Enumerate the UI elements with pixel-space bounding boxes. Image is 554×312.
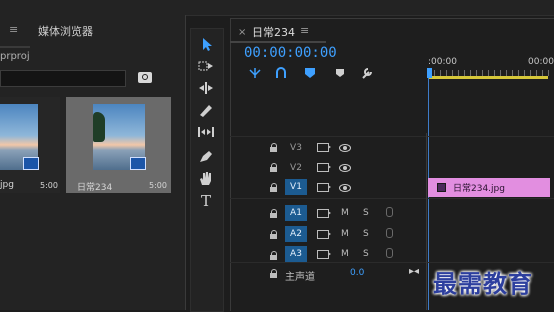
add-marker-icon[interactable] bbox=[303, 66, 317, 80]
clip-type-icon bbox=[23, 157, 39, 170]
ripple-edit-tool-icon[interactable] bbox=[197, 80, 215, 96]
track-label-a2[interactable]: A2 bbox=[285, 226, 307, 242]
search-input[interactable] bbox=[0, 70, 126, 87]
track-label-a3[interactable]: A3 bbox=[285, 246, 307, 262]
clip-duration-1: 5:00 bbox=[40, 181, 58, 190]
lock-icon[interactable] bbox=[270, 209, 278, 220]
track-label-v1[interactable]: V1 bbox=[285, 179, 307, 195]
track-select-tool-icon[interactable] bbox=[197, 58, 215, 74]
sync-lock-icon[interactable] bbox=[317, 250, 331, 259]
panel-menu-icon[interactable]: ≡ bbox=[9, 23, 18, 36]
master-volume-value[interactable]: 0.0 bbox=[350, 268, 364, 278]
lock-icon[interactable] bbox=[270, 230, 278, 241]
sync-lock-icon[interactable] bbox=[317, 183, 331, 192]
search-icon[interactable] bbox=[138, 72, 152, 83]
mute-button[interactable]: M bbox=[341, 208, 349, 218]
solo-button[interactable]: S bbox=[363, 249, 369, 259]
watermark-logo: 最需教育 bbox=[433, 270, 533, 298]
track-label-v3[interactable]: V3 bbox=[285, 140, 307, 156]
lock-icon[interactable] bbox=[270, 269, 278, 280]
eye-icon[interactable] bbox=[339, 184, 351, 192]
track-label-v2[interactable]: V2 bbox=[285, 160, 307, 176]
project-path: prproj bbox=[0, 51, 30, 62]
tab-underline bbox=[0, 46, 30, 48]
clip-name-1: jpg bbox=[0, 180, 14, 190]
panel-menu-icon[interactable]: ≡ bbox=[300, 24, 309, 37]
pen-tool-icon[interactable] bbox=[197, 148, 215, 164]
lock-icon[interactable] bbox=[270, 163, 278, 174]
playhead-handle[interactable] bbox=[427, 68, 432, 78]
voiceover-icon[interactable] bbox=[386, 207, 393, 217]
sync-lock-icon[interactable] bbox=[317, 163, 331, 172]
panel-divider bbox=[185, 15, 186, 310]
sync-lock-icon[interactable] bbox=[317, 230, 331, 239]
tab-media-browser[interactable]: 媒体浏览器 bbox=[38, 23, 93, 39]
project-panel: ≡ 媒体浏览器 prproj jpg 5:00 日常234 5:00 bbox=[0, 15, 185, 310]
clip-duration-2: 5:00 bbox=[149, 181, 167, 190]
playhead-timecode[interactable]: 00:00:00:00 bbox=[244, 45, 337, 61]
lock-icon[interactable] bbox=[270, 143, 278, 154]
selection-tool-icon[interactable] bbox=[197, 36, 215, 52]
track-label-a1[interactable]: A1 bbox=[285, 205, 307, 221]
sync-lock-icon[interactable] bbox=[317, 143, 331, 152]
solo-button[interactable]: S bbox=[363, 208, 369, 218]
eye-icon[interactable] bbox=[339, 144, 351, 152]
voiceover-icon[interactable] bbox=[386, 248, 393, 258]
tab-underline bbox=[230, 41, 326, 43]
hand-tool-icon[interactable] bbox=[197, 170, 215, 186]
project-tabs: ≡ 媒体浏览器 bbox=[0, 20, 185, 48]
eye-icon[interactable] bbox=[339, 164, 351, 172]
mute-button[interactable]: M bbox=[341, 249, 349, 259]
sequence-tab[interactable]: 日常234 bbox=[252, 24, 295, 40]
clip-name-2: 日常234 bbox=[77, 183, 113, 193]
wrench-icon[interactable] bbox=[360, 66, 374, 80]
track-header-divider bbox=[426, 133, 427, 310]
master-track-label: 主声道 bbox=[285, 272, 315, 283]
close-icon[interactable]: × bbox=[238, 27, 246, 38]
track-separator bbox=[230, 262, 554, 263]
mute-button[interactable]: M bbox=[341, 229, 349, 239]
ruler-start: :00:00 bbox=[428, 57, 457, 67]
ruler-next: 00:00 bbox=[528, 57, 554, 67]
razor-tool-icon[interactable] bbox=[197, 102, 215, 118]
voiceover-icon[interactable] bbox=[386, 228, 393, 238]
go-to-edit-icon[interactable]: ▸◂ bbox=[409, 266, 419, 277]
clip-type-icon bbox=[130, 157, 146, 170]
solo-button[interactable]: S bbox=[363, 229, 369, 239]
top-bar bbox=[0, 0, 554, 16]
work-area-bar[interactable] bbox=[428, 76, 548, 79]
linked-selection-icon[interactable] bbox=[274, 66, 288, 80]
timeline-clip-name: 日常234.jpg bbox=[453, 184, 505, 194]
marker-icon[interactable] bbox=[333, 66, 347, 80]
slip-tool-icon[interactable] bbox=[197, 124, 215, 140]
lock-icon[interactable] bbox=[270, 251, 278, 262]
track-separator bbox=[230, 198, 554, 199]
image-clip-icon bbox=[437, 183, 446, 192]
sync-lock-icon[interactable] bbox=[317, 209, 331, 218]
track-separator bbox=[230, 136, 554, 137]
type-tool-icon[interactable]: T bbox=[197, 193, 215, 209]
snap-icon[interactable] bbox=[248, 66, 262, 80]
lock-icon[interactable] bbox=[270, 183, 278, 194]
